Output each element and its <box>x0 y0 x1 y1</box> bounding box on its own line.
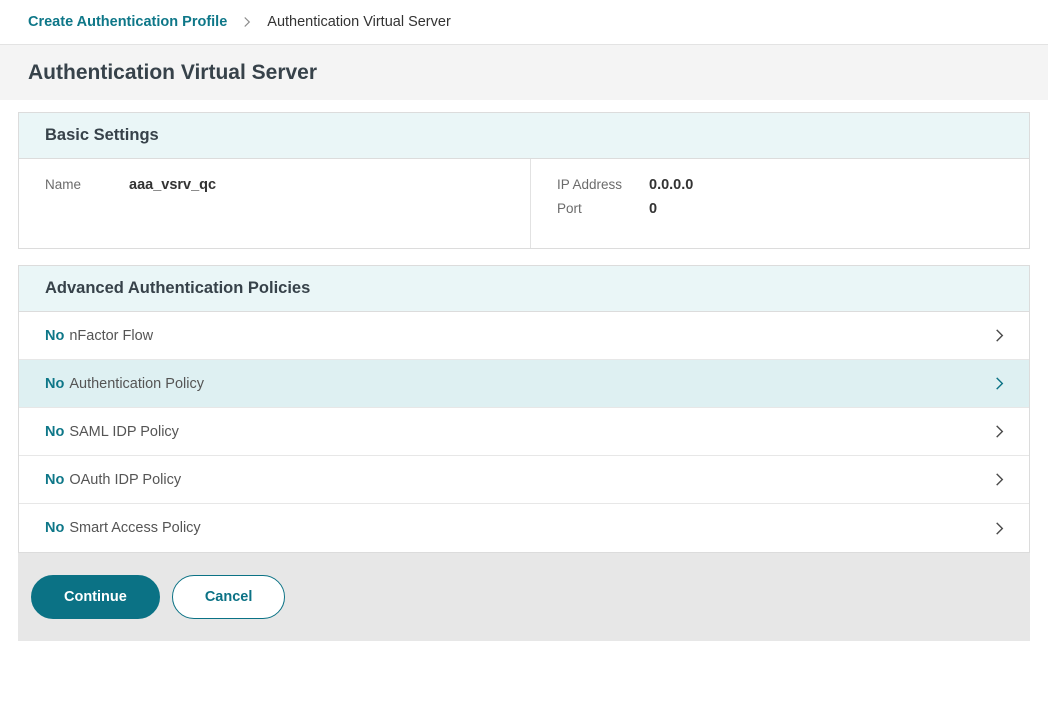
advanced-policies-header: Advanced Authentication Policies <box>19 266 1029 312</box>
chevron-right-icon <box>992 472 1007 487</box>
actions-bar: Continue Cancel <box>18 553 1030 641</box>
basic-settings-panel: Basic Settings Name aaa_vsrv_qc IP Addre… <box>18 112 1030 249</box>
ip-address-value: 0.0.0.0 <box>649 177 693 193</box>
cancel-button[interactable]: Cancel <box>172 575 286 619</box>
policy-count: No <box>45 376 64 392</box>
policy-row-text: No nFactor Flow <box>45 328 153 344</box>
policy-label: SAML IDP Policy <box>69 424 179 440</box>
main-content: Basic Settings Name aaa_vsrv_qc IP Addre… <box>0 100 1048 553</box>
policy-row-nfactor-flow[interactable]: No nFactor Flow <box>19 312 1029 360</box>
policy-row-saml-idp-policy[interactable]: No SAML IDP Policy <box>19 408 1029 456</box>
policy-count: No <box>45 424 64 440</box>
advanced-policies-title: Advanced Authentication Policies <box>45 279 310 298</box>
policy-row-text: No Smart Access Policy <box>45 520 201 536</box>
policy-row-oauth-idp-policy[interactable]: No OAuth IDP Policy <box>19 456 1029 504</box>
name-value: aaa_vsrv_qc <box>129 177 216 193</box>
page-title-bar: Authentication Virtual Server <box>0 45 1048 100</box>
breadcrumb-current: Authentication Virtual Server <box>267 14 451 30</box>
breadcrumb: Create Authentication Profile Authentica… <box>0 0 1048 45</box>
basic-settings-body: Name aaa_vsrv_qc IP Address 0.0.0.0 Port… <box>19 159 1029 248</box>
policy-count: No <box>45 328 64 344</box>
policy-label: Authentication Policy <box>69 376 204 392</box>
chevron-right-icon <box>992 328 1007 343</box>
policy-row-smart-access-policy[interactable]: No Smart Access Policy <box>19 504 1029 552</box>
port-label: Port <box>557 201 635 216</box>
policy-label: nFactor Flow <box>69 328 153 344</box>
name-label: Name <box>45 177 103 192</box>
policy-label: Smart Access Policy <box>69 520 200 536</box>
chevron-right-icon <box>992 424 1007 439</box>
breadcrumb-link-create-authentication-profile[interactable]: Create Authentication Profile <box>28 14 227 30</box>
policy-label: OAuth IDP Policy <box>69 472 181 488</box>
breadcrumb-separator-icon <box>241 16 253 28</box>
policy-row-authentication-policy[interactable]: No Authentication Policy <box>19 360 1029 408</box>
policy-count: No <box>45 472 64 488</box>
continue-button[interactable]: Continue <box>31 575 160 619</box>
ip-address-label: IP Address <box>557 177 635 192</box>
chevron-right-icon <box>992 521 1007 536</box>
basic-settings-header: Basic Settings <box>19 113 1029 159</box>
basic-settings-right-column: IP Address 0.0.0.0 Port 0 <box>531 159 719 248</box>
ip-address-field: IP Address 0.0.0.0 <box>557 177 693 193</box>
port-value: 0 <box>649 201 657 217</box>
chevron-right-icon <box>992 376 1007 391</box>
policy-row-text: No SAML IDP Policy <box>45 424 179 440</box>
port-field: Port 0 <box>557 201 693 217</box>
basic-settings-title: Basic Settings <box>45 126 159 145</box>
name-field: Name aaa_vsrv_qc <box>45 177 504 193</box>
advanced-policies-panel: Advanced Authentication Policies NonFact… <box>18 265 1030 553</box>
policy-row-text: No OAuth IDP Policy <box>45 472 181 488</box>
policy-row-text: No Authentication Policy <box>45 376 204 392</box>
page-title: Authentication Virtual Server <box>28 61 317 85</box>
basic-settings-left-column: Name aaa_vsrv_qc <box>19 159 531 248</box>
policy-count: No <box>45 520 64 536</box>
